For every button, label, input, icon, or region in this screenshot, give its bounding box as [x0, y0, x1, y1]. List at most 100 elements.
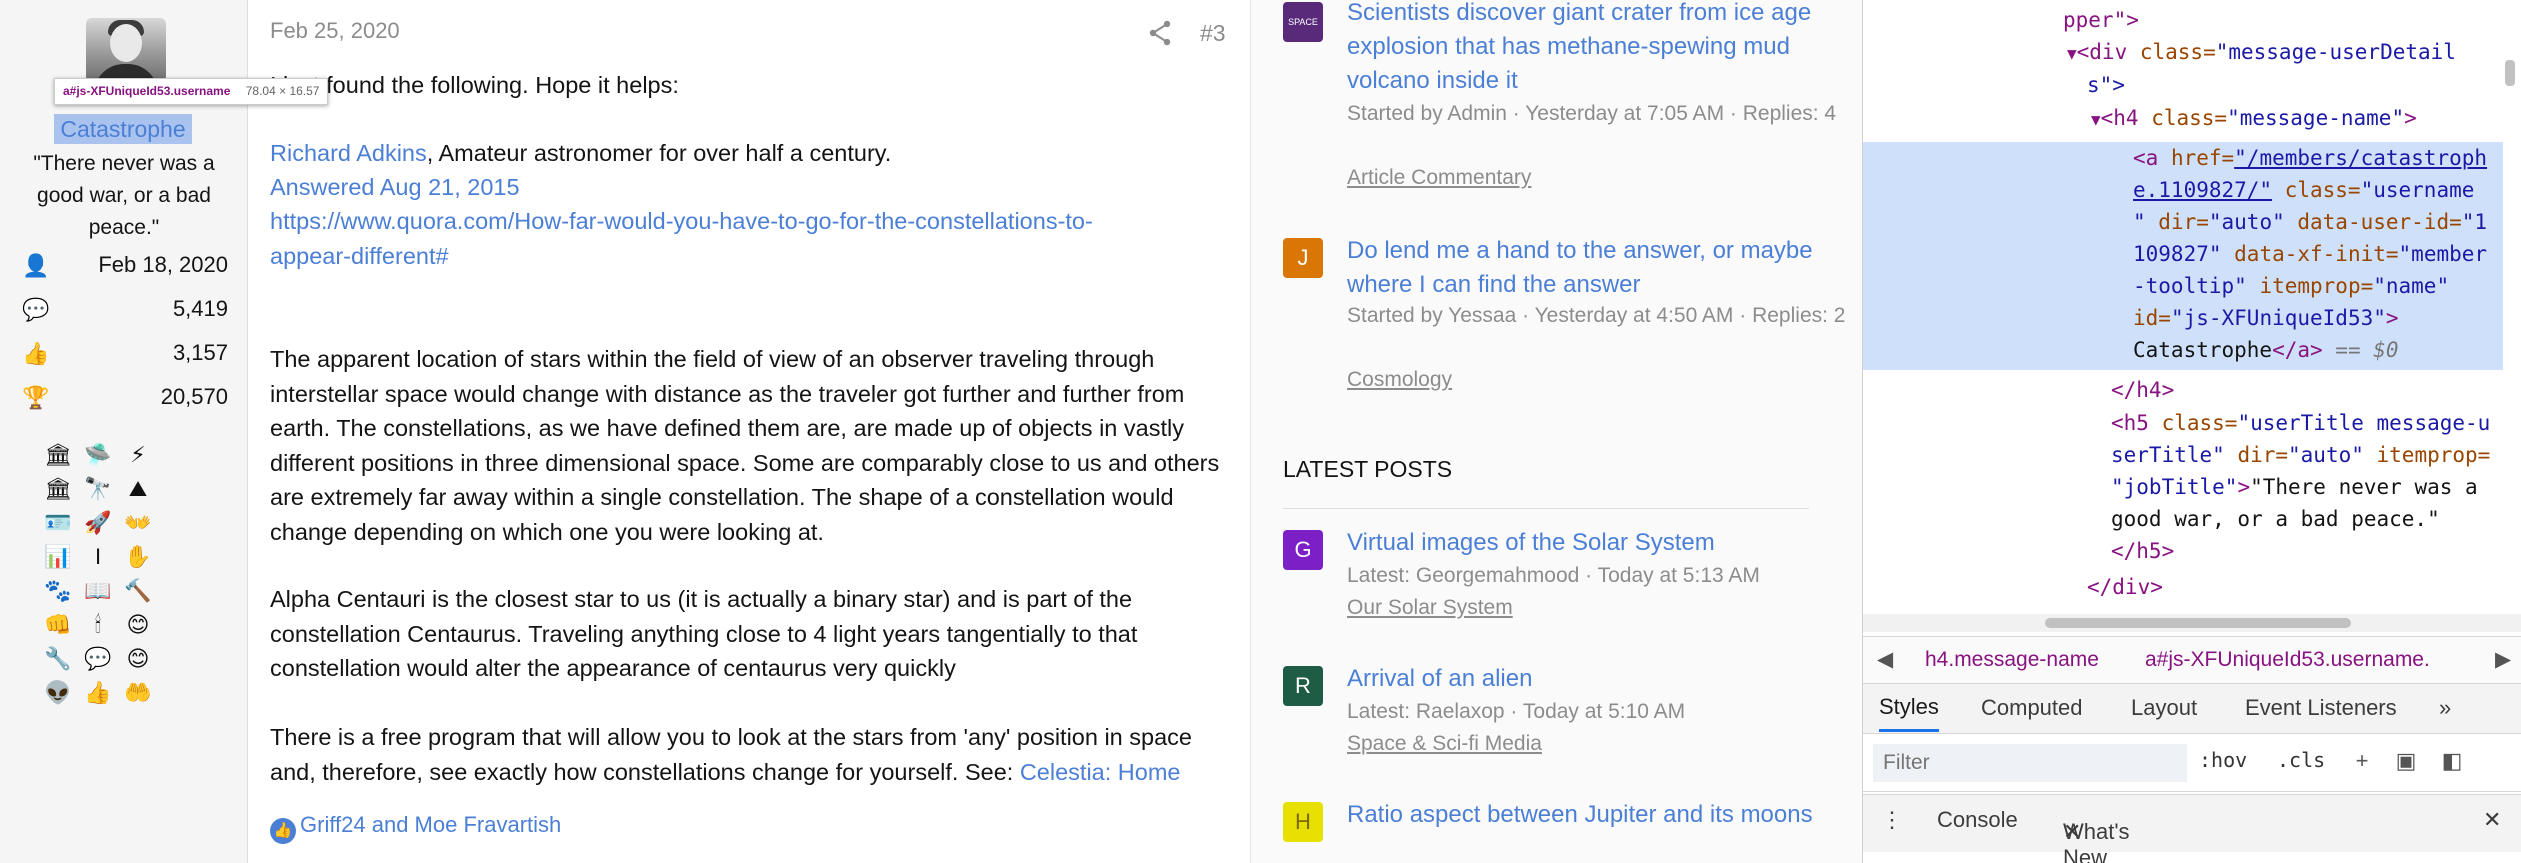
breadcrumb-item[interactable]: a#js-XFUniqueId53.username. [2145, 637, 2430, 683]
breadcrumb-back-icon[interactable]: ◀ [1877, 637, 1893, 683]
post-meta: Latest: Raelaxop · Today at 5:10 AM [1347, 700, 1686, 723]
trophy-icon[interactable]: 📖 [82, 578, 114, 604]
trophy-icon[interactable]: 📊 [42, 544, 74, 570]
username-link[interactable]: Catastrophe [54, 114, 192, 144]
trophy-icon[interactable]: 👽 [42, 680, 74, 706]
breadcrumb-forward-icon[interactable]: ▶ [2495, 637, 2511, 683]
dom-line-selected[interactable]: id="js-XFUniqueId53"> [2133, 302, 2399, 335]
like-icon: 👍 [270, 818, 296, 844]
trophy-icon[interactable]: 🔨 [122, 578, 154, 604]
dom-line[interactable]: "jobTitle">"There never was a [2111, 471, 2478, 504]
thread-avatar[interactable]: SPACE [1283, 2, 1323, 42]
dom-line[interactable]: ▼<h4 class="message-name"> [2091, 102, 2417, 137]
dom-line-selected[interactable]: -tooltip" itemprop="name" [2133, 270, 2449, 303]
dom-line[interactable]: pper"> [2063, 4, 2139, 37]
thread-avatar[interactable]: J [1283, 238, 1323, 278]
post-paragraph-2: Alpha Centauri is the closest star to us… [270, 586, 1138, 681]
trophy-icon[interactable]: ⚡ [122, 442, 154, 468]
styles-tabbar: Styles Computed Layout Event Listeners » [1863, 684, 2521, 734]
post-avatar[interactable]: R [1283, 666, 1323, 706]
trophy-icon[interactable]: 👐 [122, 510, 154, 536]
trophy-icon[interactable]: ✋ [122, 544, 154, 570]
avatar[interactable] [86, 18, 166, 82]
styles-filter-bar: :hov .cls + ▣ ◧ [1863, 734, 2521, 792]
thread-forum-link[interactable]: Article Commentary [1347, 162, 1531, 194]
post-date[interactable]: Feb 25, 2020 [270, 18, 400, 44]
trophy-icon[interactable]: 👊 [42, 612, 74, 638]
paint-icon[interactable]: ▣ [2391, 746, 2421, 776]
dom-line[interactable]: </h5> [2111, 535, 2174, 568]
post-title[interactable]: Arrival of an alien [1347, 662, 1847, 696]
trophy-icon[interactable]: 🪪 [42, 510, 74, 536]
vertical-scrollbar[interactable] [2505, 60, 2515, 86]
dom-line-selected[interactable]: e.1109827/" class="username [2133, 174, 2474, 207]
close-tab-icon[interactable]: ✕ [2063, 819, 2081, 845]
author-link[interactable]: Richard Adkins [270, 140, 427, 166]
tab-overflow-chevron[interactable]: » [2439, 684, 2451, 732]
answered-date-link[interactable]: Answered Aug 21, 2015 [270, 170, 1220, 205]
dom-line[interactable]: </h4> [2111, 374, 2174, 407]
dom-line[interactable]: </div> [2087, 571, 2163, 604]
tab-computed[interactable]: Computed [1981, 684, 2083, 732]
dom-line[interactable]: good war, or a bad peace." [2111, 503, 2440, 536]
trophy-icon[interactable]: 🏛 [42, 476, 74, 502]
scroll-thumb[interactable] [2045, 618, 2351, 628]
filter-input[interactable] [1873, 744, 2187, 782]
trophy-icon[interactable]: 🔧 [42, 646, 74, 672]
trophy-icon[interactable]: ⛰ [122, 476, 154, 502]
trophy-icon[interactable]: 🏛 [42, 442, 74, 468]
drawer-tabbar: ⋮ Console What's New ✕ ✕ [1863, 794, 2521, 863]
close-drawer-icon[interactable]: ✕ [2483, 807, 2501, 833]
trophy-icon[interactable]: 😊 [122, 646, 154, 672]
dom-line-selected[interactable]: 109827" data-xf-init="member [2133, 238, 2487, 271]
celestia-link[interactable]: Celestia: Home [1020, 759, 1181, 785]
tab-event-listeners[interactable]: Event Listeners [2245, 684, 2397, 732]
hov-toggle[interactable]: :hov [2199, 748, 2247, 772]
drawer-menu-icon[interactable]: ⋮ [1881, 807, 1903, 833]
sidebar-widgets: SPACE Scientists discover giant crater f… [1250, 0, 1862, 863]
quora-url-link[interactable]: https://www.quora.com/How-far-would-you-… [270, 204, 1220, 273]
dom-line-selected[interactable]: <a href="/members/catastroph [2133, 142, 2487, 175]
stat-messages: 💬 5,419 [22, 292, 228, 326]
thread-title[interactable]: Do lend me a hand to the answer, or mayb… [1347, 234, 1847, 302]
dom-line-selected[interactable]: " dir="auto" data-user-id="1 [2133, 206, 2487, 239]
tab-styles[interactable]: Styles [1879, 684, 1939, 732]
post-number-link[interactable]: #3 [1200, 20, 1226, 47]
horizontal-scrollbar[interactable] [1863, 614, 2521, 632]
post-forum-link[interactable]: Our Solar System [1347, 592, 1513, 624]
add-rule-icon[interactable]: + [2347, 746, 2377, 776]
trophy-icon[interactable]: 🔭 [82, 476, 114, 502]
cls-toggle[interactable]: .cls [2277, 748, 2325, 772]
share-icon-svg [1149, 20, 1171, 46]
thread-forum-link[interactable]: Cosmology [1347, 364, 1452, 396]
thread-title[interactable]: Scientists discover giant crater from ic… [1347, 0, 1847, 98]
trophy-icon[interactable]: 🚀 [82, 510, 114, 536]
dom-line[interactable]: <h5 class="userTitle message-u [2111, 407, 2490, 440]
reactions-text: Griff24 and Moe Fravartish [300, 812, 562, 837]
post-title[interactable]: Virtual images of the Solar System [1347, 526, 1847, 560]
trophy-icon[interactable]: 🕯 [82, 612, 114, 638]
stat-value: 3,157 [172, 340, 228, 365]
trophy-icon[interactable]: 💬 [82, 646, 114, 672]
tab-console[interactable]: Console [1937, 807, 2018, 833]
sidebar-toggle-icon[interactable]: ◧ [2437, 746, 2467, 776]
trophy-icon[interactable]: 👍 [82, 680, 114, 706]
trophy-icon[interactable]: 😊 [122, 612, 154, 638]
reactions-bar[interactable]: 👍 Griff24 and Moe Fravartish [270, 812, 561, 844]
trophy-icon[interactable]: 🤲 [122, 680, 154, 706]
trophy-icon[interactable]: I [82, 544, 114, 570]
trophy-icon[interactable]: 🐾 [42, 578, 74, 604]
breadcrumb-item[interactable]: h4.message-name [1925, 637, 2099, 683]
dom-line[interactable]: ▼<div class="message-userDetail [2067, 36, 2456, 71]
post-title[interactable]: Ratio aspect between Jupiter and its moo… [1347, 798, 1847, 832]
thread-meta: Started by Admin · Yesterday at 7:05 AM … [1347, 102, 1837, 125]
trophy-icon[interactable]: 🛸 [82, 442, 114, 468]
post-forum-link[interactable]: Space & Sci-fi Media [1347, 728, 1542, 760]
tab-layout[interactable]: Layout [2131, 684, 2197, 732]
share-icon[interactable] [1148, 20, 1174, 48]
post-avatar[interactable]: H [1283, 802, 1323, 842]
dom-line[interactable]: serTitle" dir="auto" itemprop= [2111, 439, 2490, 472]
post-avatar[interactable]: G [1283, 530, 1323, 570]
dom-line-selected[interactable]: Catastrophe</a> == $0 [2133, 334, 2399, 367]
dom-line[interactable]: s"> [2087, 69, 2125, 102]
